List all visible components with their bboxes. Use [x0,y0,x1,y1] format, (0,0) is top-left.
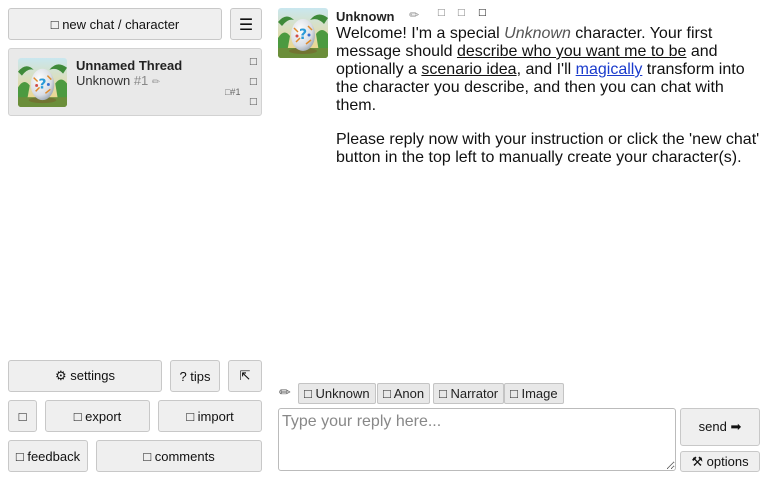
message-action-icon[interactable]: □ [457,8,466,18]
message-action-icon[interactable]: □ [437,8,446,18]
menu-icon[interactable]: ☰ [230,8,262,40]
describe-hint-link[interactable]: describe who you want me to be [457,43,686,60]
send-button[interactable]: send ➡ [680,408,760,446]
edit-thread-icon[interactable]: ✏ [152,77,160,88]
export-button[interactable]: □ export [45,400,150,432]
import-button[interactable]: □ import [158,400,262,432]
message-paragraph: Welcome! I'm a special Unknown character… [336,25,764,115]
message-text: , and I'll [516,61,576,78]
settings-button[interactable]: ⚙ settings [8,360,162,392]
speaker-chip-narrator[interactable]: □ Narrator [433,383,505,404]
thread-action-icon-middle[interactable]: □ [249,77,258,87]
thread-number: #1 [133,73,149,88]
scenario-idea-link[interactable]: scenario idea [421,61,516,78]
magically-link[interactable]: magically [576,61,643,78]
message-paragraph: Please reply now with your instruction o… [336,131,760,166]
thread-action-icon-bottom[interactable]: □ [249,97,258,107]
egg-avatar-icon [278,8,328,58]
message-author: Unknown [336,9,395,24]
theme-toggle-button[interactable]: □ [8,400,37,432]
thread-character: Unknown #1 ✏ [76,73,160,88]
message-body: Welcome! I'm a special Unknown character… [336,25,764,183]
new-chat-button[interactable]: □ new chat / character [8,8,222,40]
pencil-icon[interactable]: ✏ [279,385,291,401]
tips-button[interactable]: ? tips [170,360,220,392]
reply-input[interactable] [278,408,676,471]
edit-message-icon[interactable]: ✏ [409,8,419,22]
speaker-chip-image[interactable]: □ Image [504,383,564,404]
comments-button[interactable]: □ comments [96,440,262,472]
egg-avatar-icon [18,58,67,107]
feedback-button[interactable]: □ feedback [8,440,88,472]
thread-action-icon-top[interactable]: □ [249,57,258,67]
thread-list-item[interactable]: Unnamed Thread Unknown #1 ✏ □ □ □ □#1 [8,48,262,116]
speaker-chip-unknown[interactable]: □ Unknown [298,383,376,404]
message-text: Welcome! I'm a special [336,25,505,42]
collapse-sidebar-icon[interactable]: ⇱ [228,360,262,392]
message-emphasis: Unknown [504,25,571,42]
message-action-icon[interactable]: □ [478,8,487,18]
speaker-chip-anon[interactable]: □ Anon [377,383,431,404]
thread-character-name: Unknown [76,73,131,88]
thread-title: Unnamed Thread [76,58,183,73]
thread-message-count: □#1 [225,87,241,97]
options-button[interactable]: ⚒ options [680,451,760,472]
